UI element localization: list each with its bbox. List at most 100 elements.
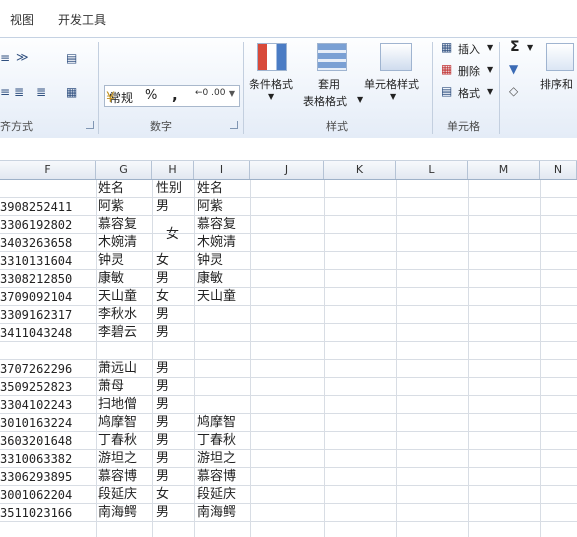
merge-center-icon[interactable]: ▦ <box>66 85 77 99</box>
format-icon[interactable]: ▤ <box>441 84 452 98</box>
cell-h[interactable]: 男 <box>156 468 169 486</box>
format-button[interactable]: 格式 <box>458 85 480 101</box>
increase-indent-icon[interactable]: ≣ <box>36 85 46 99</box>
cell-h[interactable]: 男 <box>156 432 169 450</box>
table-format-button[interactable]: 表格格式 <box>303 93 347 109</box>
insert-button[interactable]: 插入 <box>458 41 480 57</box>
cell-f[interactable]: 3509252823 <box>0 378 72 396</box>
insert-icon[interactable]: ▦ <box>441 40 452 54</box>
cell-g[interactable]: 康敏 <box>98 270 124 288</box>
cell-f[interactable]: 3306293895 <box>0 468 72 486</box>
cell-i[interactable]: 慕容博 <box>197 468 236 486</box>
column-header-m[interactable]: M <box>468 161 540 179</box>
alignment-dialog-launcher[interactable] <box>86 121 94 129</box>
cell-g[interactable]: 扫地僧 <box>98 396 137 414</box>
formula-bar[interactable] <box>0 138 577 161</box>
cell-f[interactable]: 3310063382 <box>0 450 72 468</box>
cell-h[interactable]: 男 <box>156 360 169 378</box>
cell-g[interactable]: 丁春秋 <box>98 432 137 450</box>
cell-f[interactable]: 3707262296 <box>0 360 72 378</box>
comma-button[interactable]: , <box>172 86 178 104</box>
column-header-f[interactable]: F <box>0 161 96 179</box>
table-format-label-1[interactable]: 套用 <box>318 76 340 92</box>
cell-f[interactable]: 3603201648 <box>0 432 72 450</box>
cell-h[interactable]: 男 <box>156 306 169 324</box>
cell-i[interactable]: 游坦之 <box>197 450 236 468</box>
cell-h[interactable]: 男 <box>156 450 169 468</box>
orientation-icon[interactable]: ≫ <box>16 50 29 64</box>
cell-g[interactable]: 李秋水 <box>98 306 137 324</box>
conditional-format-button[interactable]: 条件格式 <box>249 76 293 92</box>
align-icon[interactable]: ≡ <box>0 85 10 99</box>
cell-g[interactable]: 李碧云 <box>98 324 137 342</box>
cell-g[interactable]: 游坦之 <box>98 450 137 468</box>
cell-h[interactable]: 男 <box>156 396 169 414</box>
cell-h[interactable]: 男 <box>156 270 169 288</box>
tab-developer[interactable]: 开发工具 <box>58 11 106 28</box>
cell-f[interactable]: 3306192802 <box>0 216 72 234</box>
cell-f[interactable]: 3908252411 <box>0 198 72 216</box>
cell-g[interactable]: 萧母 <box>98 378 124 396</box>
cell-g[interactable]: 姓名 <box>98 180 124 198</box>
cell-h[interactable]: 男 <box>156 504 169 522</box>
autosum-button[interactable]: Σ <box>510 39 520 55</box>
cell-f[interactable]: 3511023166 <box>0 504 72 522</box>
cell-g[interactable]: 段延庆 <box>98 486 137 504</box>
cell-f[interactable]: 3310131604 <box>0 252 72 270</box>
cell-i[interactable]: 丁春秋 <box>197 432 236 450</box>
increase-decimal-button[interactable]: ←0 .00 <box>195 88 225 98</box>
column-header-g[interactable]: G <box>96 161 152 179</box>
cell-h[interactable]: 男 <box>156 414 169 432</box>
cell-f[interactable]: 3304102243 <box>0 396 72 414</box>
align-left-icon[interactable]: ≡ <box>0 51 10 65</box>
cell-h[interactable]: 性别 <box>156 180 182 198</box>
cell-i[interactable]: 阿紫 <box>197 198 223 216</box>
column-header-h[interactable]: H <box>152 161 194 179</box>
cell-f[interactable]: 3411043248 <box>0 324 72 342</box>
merged-cell-h[interactable]: 女 <box>166 226 179 244</box>
column-header-k[interactable]: K <box>324 161 396 179</box>
cell-i[interactable]: 姓名 <box>197 180 223 198</box>
delete-icon[interactable]: ▦ <box>441 62 452 76</box>
cell-i[interactable]: 木婉清 <box>197 234 236 252</box>
cell-f[interactable]: 3709092104 <box>0 288 72 306</box>
sort-filter-icon[interactable] <box>546 43 574 71</box>
cell-g[interactable]: 慕容博 <box>98 468 137 486</box>
cell-i[interactable]: 钟灵 <box>197 252 223 270</box>
cell-h[interactable]: 男 <box>156 198 169 216</box>
table-format-icon[interactable] <box>317 43 347 71</box>
cell-i[interactable]: 鸠摩智 <box>197 414 236 432</box>
cell-i[interactable]: 康敏 <box>197 270 223 288</box>
cell-g[interactable]: 萧远山 <box>98 360 137 378</box>
conditional-format-icon[interactable] <box>257 43 287 71</box>
cell-g[interactable]: 木婉清 <box>98 234 137 252</box>
cell-h[interactable]: 女 <box>156 288 169 306</box>
cell-styles-button[interactable]: 单元格样式 <box>364 76 419 92</box>
cell-i[interactable]: 南海鳄 <box>197 504 236 522</box>
cell-h[interactable]: 男 <box>156 324 169 342</box>
cell-i[interactable]: 天山童 <box>197 288 236 306</box>
cell-g[interactable]: 钟灵 <box>98 252 124 270</box>
cell-f[interactable]: 3403263658 <box>0 234 72 252</box>
column-header-l[interactable]: L <box>396 161 468 179</box>
cell-g[interactable]: 鸠摩智 <box>98 414 137 432</box>
cell-f[interactable]: 3001062204 <box>0 486 72 504</box>
cell-g[interactable]: 南海鳄 <box>98 504 137 522</box>
fill-icon[interactable]: ▼ <box>509 62 518 76</box>
cell-h[interactable]: 男 <box>156 378 169 396</box>
decrease-indent-icon[interactable]: ≣ <box>14 85 24 99</box>
cell-i[interactable]: 段延庆 <box>197 486 236 504</box>
tab-view[interactable]: 视图 <box>10 11 34 28</box>
cell-g[interactable]: 阿紫 <box>98 198 124 216</box>
cell-g[interactable]: 慕容复 <box>98 216 137 234</box>
column-header-j[interactable]: J <box>250 161 324 179</box>
cell-f[interactable]: 3309162317 <box>0 306 72 324</box>
cell-i[interactable]: 慕容复 <box>197 216 236 234</box>
cell-styles-icon[interactable] <box>380 43 412 71</box>
wrap-text-icon[interactable]: ▤ <box>66 51 77 65</box>
clear-icon[interactable]: ◇ <box>509 84 518 98</box>
cell-h[interactable]: 女 <box>156 252 169 270</box>
cell-h[interactable]: 女 <box>156 486 169 504</box>
cell-f[interactable]: 3010163224 <box>0 414 72 432</box>
worksheet-grid[interactable]: 女 姓名 性别 姓名 3908252411 阿紫男阿紫 3306192802 慕容复 慕容复 3… <box>0 180 577 537</box>
